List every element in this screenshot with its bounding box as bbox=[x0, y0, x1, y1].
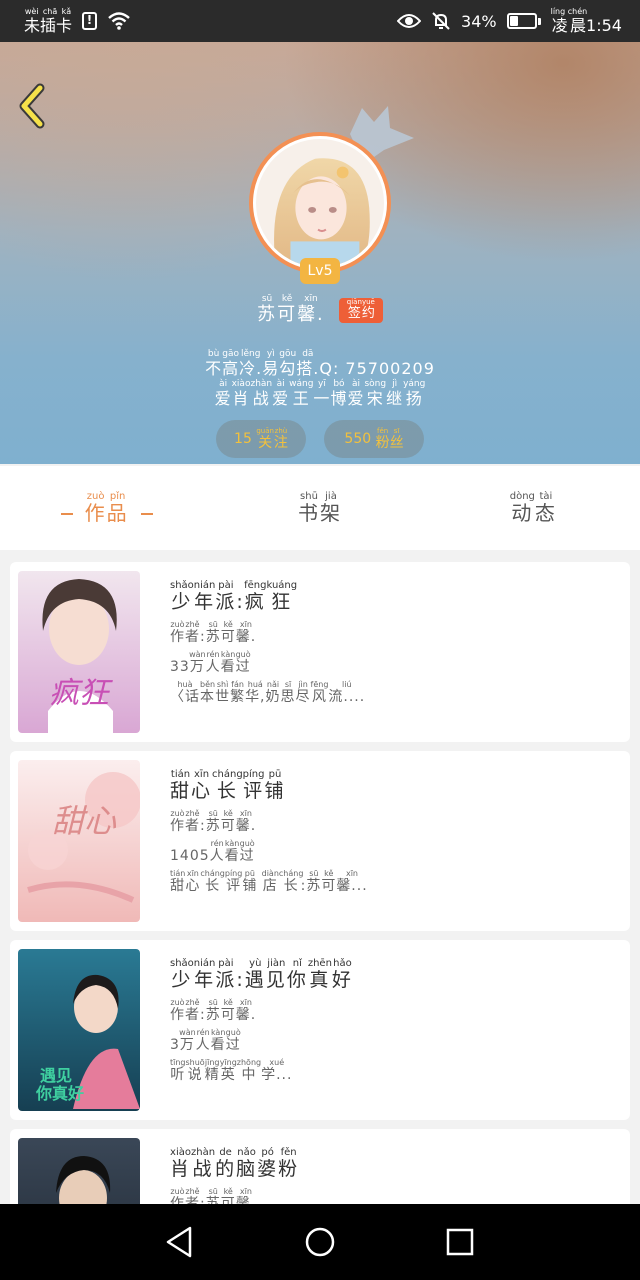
book-title: 少shǎo年nián派pài:疯fēng狂kuáng bbox=[170, 580, 298, 613]
alert-icon: ! bbox=[82, 12, 98, 30]
book-card[interactable]: 遇见 你真好 少shǎo年nián派pài:遇yù见jiàn你nǐ真zhēn好h… bbox=[10, 940, 630, 1120]
book-description: 〈话huà本běn世shì繁fán华,huá奶nǎi思sī尽jìn风fēng流.… bbox=[170, 680, 366, 705]
book-title: 甜tián心xīn长cháng评píng铺pū bbox=[170, 769, 286, 802]
mute-bell-icon bbox=[432, 12, 450, 30]
user-name: 苏sū可kě馨.xīn bbox=[257, 294, 325, 325]
book-description: 听tīng说shuō精jīng英yīng中zhōng学...xué bbox=[170, 1058, 293, 1083]
tab-works[interactable]: 作zuò品pǐn bbox=[0, 491, 213, 526]
bio-line-2: 爱ài肖xiào战zhàn爱ài王wáng一yī博bó爱ài宋sòng继jì扬y… bbox=[214, 379, 426, 408]
triangle-back-icon[interactable] bbox=[160, 1222, 200, 1262]
chevron-left-icon[interactable] bbox=[14, 82, 54, 130]
book-cover[interactable]: 疯狂 bbox=[18, 571, 140, 733]
sim-status: 未插卡wèi chā kǎ bbox=[24, 6, 73, 35]
status-bar: 未插卡wèi chā kǎ ! 34% 凌晨líng chén1:54 bbox=[0, 0, 640, 42]
tab-bookshelf[interactable]: 书shū架jià bbox=[213, 491, 426, 526]
svg-text:你真好: 你真好 bbox=[35, 1084, 84, 1103]
book-views: 33万wàn人rén看kàn过guò bbox=[170, 650, 251, 675]
eye-icon bbox=[397, 14, 422, 28]
book-description: 甜tián心xīn长cháng评píng铺pū 店diàn长cháng:苏sū可… bbox=[170, 869, 368, 894]
profile-tabs: 作zuò品pǐn 书shū架jià 动dòng态tài bbox=[0, 466, 640, 550]
book-author: 作zuò者zhě:苏sū可kě馨.xīn bbox=[170, 998, 257, 1023]
book-title: 少shǎo年nián派pài:遇yù见jiàn你nǐ真zhēn好hǎo bbox=[170, 958, 353, 991]
wifi-icon bbox=[108, 12, 130, 30]
bio-line-1: 不bù高gāo冷.lěng易yì勾gōu搭.dāQ: 75700209 bbox=[205, 349, 435, 378]
avatar[interactable] bbox=[249, 132, 391, 274]
followers-button[interactable]: 550 粉fěn丝sī bbox=[324, 420, 424, 458]
system-nav-bar bbox=[0, 1204, 640, 1280]
clock: 凌晨líng chén1:54 bbox=[550, 6, 622, 35]
signed-badge: 签qiān约yuē bbox=[338, 297, 383, 323]
tab-activity[interactable]: 动dòng态tài bbox=[427, 491, 640, 526]
battery-percent: 34% bbox=[461, 11, 497, 31]
book-views: 1405人rén看kàn过guò bbox=[170, 839, 255, 864]
book-views: 3万wàn人rén看kàn过guò bbox=[170, 1028, 241, 1053]
battery-icon bbox=[506, 13, 541, 29]
square-recent-icon[interactable] bbox=[440, 1222, 480, 1262]
book-cover[interactable]: 甜心 bbox=[18, 760, 140, 922]
svg-text:疯狂: 疯狂 bbox=[49, 676, 113, 711]
book-cover[interactable]: 遇见 你真好 bbox=[18, 949, 140, 1111]
book-card[interactable]: 疯狂 少shǎo年nián派pài:疯fēng狂kuáng 作zuò者zhě:苏… bbox=[10, 562, 630, 742]
svg-text:遇见: 遇见 bbox=[40, 1066, 72, 1085]
svg-text:甜心: 甜心 bbox=[52, 802, 117, 840]
book-list: 疯狂 少shǎo年nián派pài:疯fēng狂kuáng 作zuò者zhě:苏… bbox=[10, 562, 630, 1280]
book-author: 作zuò者zhě:苏sū可kě馨.xīn bbox=[170, 809, 257, 834]
following-button[interactable]: 15 关guān注zhù bbox=[216, 420, 306, 458]
book-author: 作zuò者zhě:苏sū可kě馨.xīn bbox=[170, 620, 257, 645]
book-title: 肖xiào战zhàn的de脑nǎo婆pó粉fěn bbox=[170, 1147, 300, 1180]
profile-header: Lv5 苏sū可kě馨.xīn 签qiān约yuē 不bù高gāo冷.lěng易… bbox=[0, 42, 640, 464]
avatar-image bbox=[256, 139, 384, 267]
circle-home-icon[interactable] bbox=[300, 1222, 340, 1262]
book-card[interactable]: 甜心 甜tián心xīn长cháng评píng铺pū 作zuò者zhě:苏sū可… bbox=[10, 751, 630, 931]
level-badge: Lv5 bbox=[300, 258, 340, 284]
